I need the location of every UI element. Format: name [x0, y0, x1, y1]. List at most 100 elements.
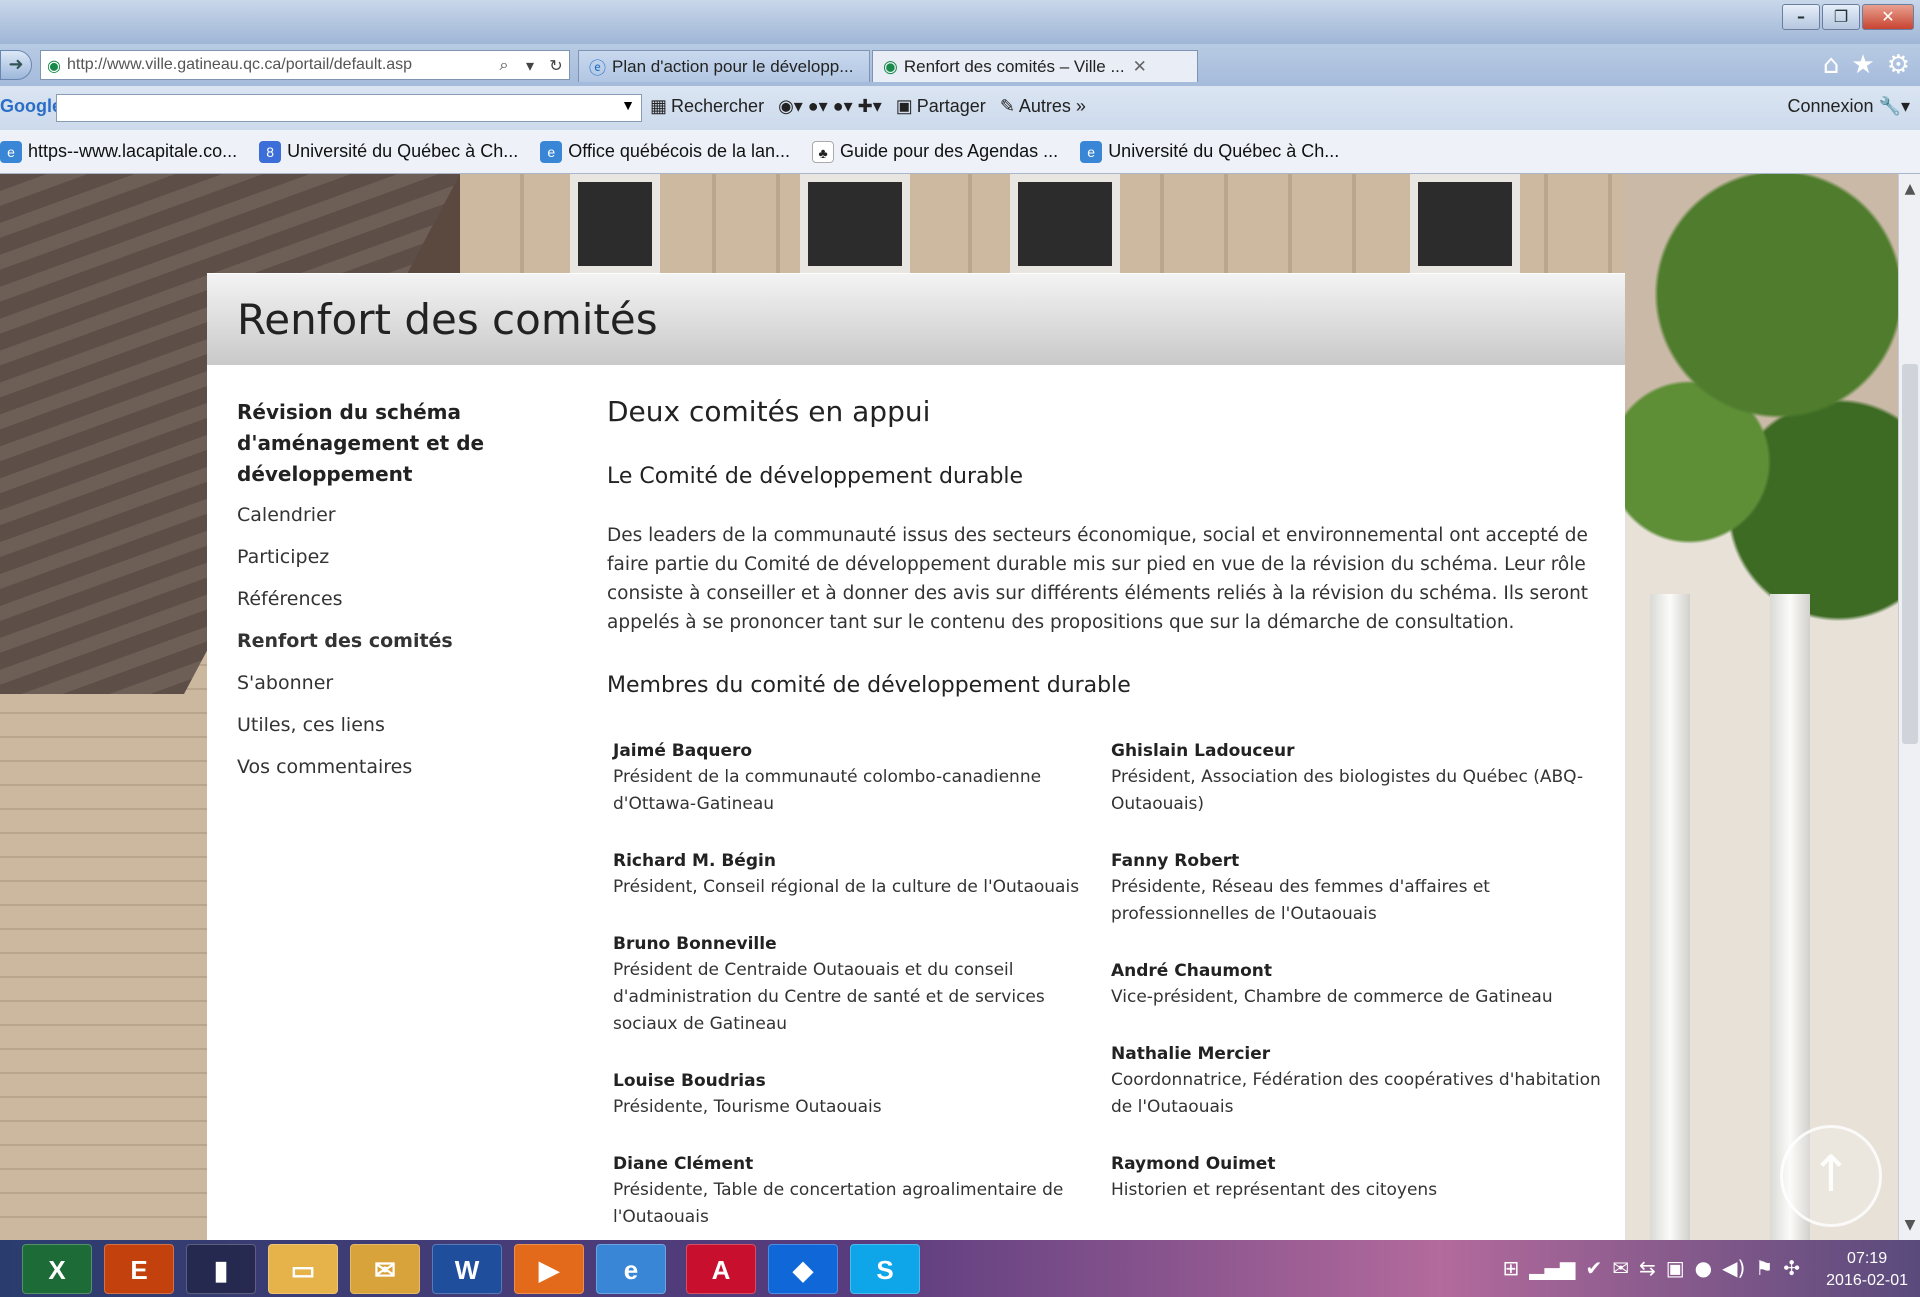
dropdown-icon[interactable]: ▾ [517, 56, 543, 75]
connexion-button[interactable]: Connexion 🔧▾ [1787, 96, 1910, 117]
partager-button[interactable]: ▣ Partager [896, 96, 986, 117]
tab-label: Plan d'action pour le développ... [612, 56, 854, 76]
word-icon[interactable]: W [432, 1244, 502, 1294]
minimize-button[interactable]: – [1782, 4, 1820, 30]
acrobat-icon[interactable]: A [686, 1244, 756, 1294]
arrow-up-icon: ↑ [1810, 1145, 1852, 1203]
ie-icon[interactable]: e [596, 1244, 666, 1294]
dropbox-icon[interactable]: ◆ [768, 1244, 838, 1294]
committee-heading: Le Comité de développement durable [607, 464, 1024, 489]
side-navigation: Révision du schéma d'aménagement et de d… [237, 397, 537, 798]
rechercher-button[interactable]: ▦ Rechercher [650, 96, 764, 117]
content-panel: Renfort des comités Révision du schéma d… [207, 273, 1625, 1240]
favorite-item[interactable]: e Université du Québec à Ch... [1080, 140, 1339, 163]
excel-icon[interactable]: X [22, 1244, 92, 1294]
shield-icon[interactable]: ✔ [1585, 1256, 1602, 1280]
skype-icon[interactable]: S [850, 1244, 920, 1294]
windows-icon[interactable]: ⊞ [1503, 1256, 1520, 1280]
sidenav-item-calendrier[interactable]: Calendrier [237, 504, 537, 526]
member-item: Diane Clément Présidente, Table de concer… [607, 1151, 1105, 1231]
flag-icon[interactable]: ⚑ [1755, 1256, 1773, 1280]
google-search-input[interactable]: ▼ [56, 94, 642, 122]
member-item: Nathalie Mercier Coordonnatrice, Fédérati… [1105, 1041, 1603, 1121]
background-tree [1600, 174, 1898, 654]
address-bar[interactable]: ◉ http://www.ville.gatineau.qc.ca/portai… [40, 50, 570, 80]
site-favicon-icon: ◉ [883, 56, 898, 76]
record-icon[interactable]: ● [1695, 1256, 1712, 1280]
member-name: André Chaumont [1111, 961, 1273, 981]
network-icon[interactable]: ⇆ [1639, 1256, 1656, 1280]
page-scrollbar[interactable]: ▲ ▼ [1898, 174, 1920, 1240]
autres-button[interactable]: ✎ Autres » [1000, 96, 1086, 117]
pencil-icon: ✎ [999, 96, 1015, 116]
member-role: Présidente, Tourisme Outaouais [613, 1097, 882, 1117]
sidenav-item-utiles-liens[interactable]: Utiles, ces liens [237, 714, 537, 736]
member-role: Présidente, Table de concertation agroal… [613, 1180, 1064, 1227]
favorite-item[interactable]: ♣ Guide pour des Agendas ... [812, 140, 1058, 163]
sidenav-heading-link[interactable]: Révision du schéma d'aménagement et de d… [237, 397, 537, 490]
sidenav-item-participez[interactable]: Participez [237, 546, 537, 568]
search-icon: ▦ [650, 96, 668, 116]
home-icon[interactable]: ⌂ [1823, 50, 1840, 80]
back-button[interactable]: ➜ [0, 50, 32, 80]
monitor-icon[interactable]: ▣ [1666, 1256, 1685, 1280]
member-name: Fanny Robert [1111, 851, 1240, 871]
folder-icon[interactable]: ▭ [268, 1244, 338, 1294]
page-viewport: Renfort des comités Révision du schéma d… [0, 174, 1898, 1240]
restore-button[interactable]: ❐ [1822, 4, 1860, 30]
clock[interactable]: 07:19 2016-02-01 [1826, 1248, 1908, 1292]
scroll-down-icon[interactable]: ▼ [1899, 1214, 1920, 1236]
google-toolbar: Google ▼ ▦ Rechercher ◉▾ ●▾ ●▾ ✚▾ ▣ Partag… [0, 86, 1920, 130]
chevron-down-icon[interactable]: ▼ [621, 97, 635, 113]
panel-body: Révision du schéma d'aménagement et de d… [207, 365, 1625, 1240]
address-url[interactable]: http://www.ville.gatineau.qc.ca/portail/… [67, 56, 491, 74]
close-tab-icon[interactable]: ✕ [1133, 57, 1147, 77]
favorite-item[interactable]: 8 Université du Québec à Ch... [259, 140, 518, 163]
member-role: Président, Conseil régional de la cultur… [613, 877, 1080, 897]
section-heading: Deux comités en appui [607, 395, 931, 428]
share-icon: ▣ [895, 96, 913, 116]
computer-tower-icon[interactable]: ▮ [186, 1244, 256, 1294]
member-item: André Chaumont Vice-président, Chambre de… [1105, 958, 1603, 1011]
scrollbar-thumb[interactable] [1902, 364, 1918, 744]
ie-icon: ⓔ [589, 59, 606, 78]
tab-renfort-comites[interactable]: ◉ Renfort des comités – Ville ... ✕ [872, 50, 1198, 82]
ie-icon: e [1080, 140, 1103, 163]
sidenav-item-sabonner[interactable]: S'abonner [237, 672, 537, 694]
member-name: Richard M. Bégin [613, 851, 776, 871]
member-item: Fanny Robert Présidente, Réseau des femme… [1105, 848, 1603, 928]
google-icon: 8 [259, 140, 282, 163]
favorites-bar: e https--www.lacapitale.co... 8 Université… [0, 130, 1920, 174]
ie-icon: e [0, 140, 22, 163]
sidenav-item-commentaires[interactable]: Vos commentaires [237, 756, 537, 778]
favorite-item[interactable]: e https--www.lacapitale.co... [0, 140, 237, 163]
sidenav-item-references[interactable]: Références [237, 588, 537, 610]
close-window-button[interactable]: ✕ [1862, 4, 1914, 30]
member-role: Coordonnatrice, Fédération des coopérati… [1111, 1070, 1601, 1117]
background-column [1650, 594, 1690, 1240]
scroll-to-top-button[interactable]: ↑ [1780, 1125, 1882, 1227]
member-item: Raymond Ouimet Historien et représentant … [1105, 1151, 1603, 1204]
signal-icon[interactable]: ▂▄▆ [1529, 1256, 1575, 1280]
mail-icon[interactable]: ✉ [1612, 1256, 1629, 1280]
clock-date: 2016-02-01 [1826, 1272, 1908, 1289]
refresh-icon[interactable]: ↻ [543, 56, 569, 75]
settings-icon[interactable]: ✣ [1783, 1256, 1800, 1280]
sidenav-item-renfort-comites[interactable]: Renfort des comités [237, 630, 537, 652]
toolbar-globe-icon[interactable]: ◉▾ ●▾ ●▾ ✚▾ [778, 96, 882, 117]
favorites-star-icon[interactable]: ★ [1851, 50, 1874, 80]
scroll-up-icon[interactable]: ▲ [1899, 178, 1920, 200]
taskbar: X E ▮ ▭ ✉ W ▶ e A ◆ S ⊞ ▂▄▆ ✔ ✉ ⇆ ▣ ● ◀)… [0, 1240, 1920, 1297]
outlook-icon[interactable]: ✉ [350, 1244, 420, 1294]
tab-plan-action[interactable]: ⓔ Plan d'action pour le développ... [578, 50, 870, 82]
volume-icon[interactable]: ◀) [1722, 1256, 1745, 1280]
gear-icon[interactable]: ⚙ [1887, 50, 1910, 80]
media-player-icon[interactable]: ▶ [514, 1244, 584, 1294]
favorite-item[interactable]: e Office québécois de la lan... [540, 140, 790, 163]
window-controls: – ❐ ✕ [1780, 4, 1914, 30]
search-icon[interactable]: ⌕ [491, 55, 517, 75]
system-tray: ⊞ ▂▄▆ ✔ ✉ ⇆ ▣ ● ◀) ⚑ ✣ [1503, 1256, 1800, 1280]
wrench-icon: 🔧▾ [1878, 96, 1910, 116]
main-content: Deux comités en appui Le Comité de dével… [607, 395, 1607, 1240]
office-app-icon[interactable]: E [104, 1244, 174, 1294]
